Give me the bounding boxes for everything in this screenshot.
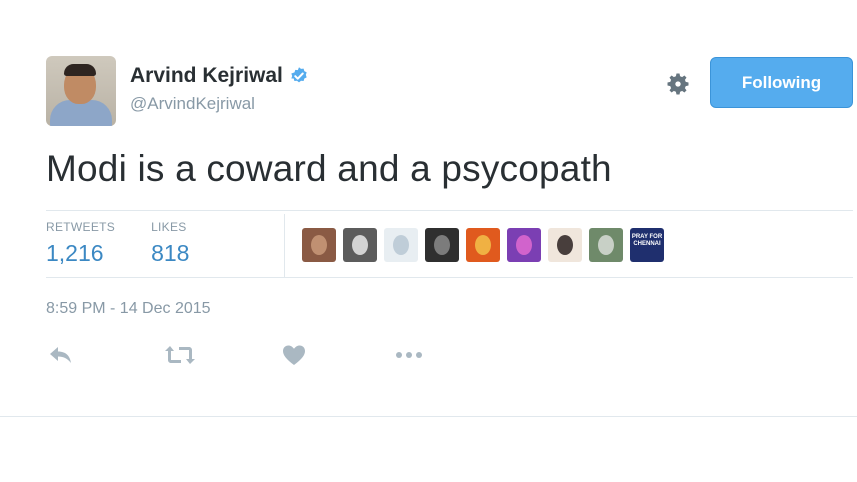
liker-avatar[interactable] xyxy=(343,228,377,262)
liker-avatar[interactable]: PRAY FOR CHENNAI xyxy=(630,228,664,262)
retweets-label: RETWEETS xyxy=(46,220,116,234)
tweet-text: Modi is a coward and a psycopath xyxy=(46,148,612,189)
liker-avatar-figure xyxy=(352,235,368,255)
liker-avatar[interactable] xyxy=(302,228,336,262)
liker-avatar-figure xyxy=(393,235,409,255)
user-name[interactable]: Arvind Kejriwal xyxy=(130,64,283,88)
liker-avatar-figure xyxy=(475,235,491,255)
tweet-timestamp[interactable]: 8:59 PM - 14 Dec 2015 xyxy=(46,300,211,318)
verified-badge-icon xyxy=(291,67,307,83)
avatar[interactable] xyxy=(46,56,116,126)
likes-count: 818 xyxy=(151,240,190,266)
user-handle[interactable]: @ArvindKejriwal xyxy=(130,94,309,114)
liker-avatar[interactable] xyxy=(507,228,541,262)
tweet-stats: RETWEETS 1,216 LIKES 818 xyxy=(46,214,225,278)
name-row: Arvind Kejriwal xyxy=(130,64,309,88)
avatar-hair xyxy=(64,64,96,76)
divider-bottom xyxy=(0,416,857,417)
liker-avatar-figure xyxy=(434,235,450,255)
liker-avatar-figure xyxy=(516,235,532,255)
liker-avatar[interactable] xyxy=(548,228,582,262)
divider-middle xyxy=(46,277,853,278)
liker-avatar-figure xyxy=(598,235,614,255)
liker-avatar-figure xyxy=(311,235,327,255)
liker-avatars: PRAY FOR CHENNAI xyxy=(302,228,671,262)
divider-top xyxy=(46,210,853,211)
liker-avatar-figure xyxy=(557,235,573,255)
stats-divider xyxy=(284,214,285,277)
liker-avatar[interactable] xyxy=(425,228,459,262)
liker-avatar[interactable] xyxy=(384,228,418,262)
retweet-icon[interactable] xyxy=(164,344,196,366)
reply-icon[interactable] xyxy=(48,344,74,366)
heart-icon[interactable] xyxy=(282,344,306,366)
user-info: Arvind Kejriwal @ArvindKejriwal xyxy=(130,64,309,114)
retweets-stat[interactable]: RETWEETS 1,216 xyxy=(46,214,115,278)
liker-avatar[interactable] xyxy=(589,228,623,262)
more-dots-icon[interactable] xyxy=(394,344,424,366)
following-button[interactable]: Following xyxy=(710,57,853,108)
likes-label: LIKES xyxy=(151,220,187,234)
likes-stat[interactable]: LIKES 818 xyxy=(151,214,189,278)
liker-avatar[interactable] xyxy=(466,228,500,262)
retweets-count: 1,216 xyxy=(46,240,104,266)
tweet-card: Arvind Kejriwal @ArvindKejriwal Followin… xyxy=(0,0,857,482)
gear-icon[interactable] xyxy=(664,70,692,98)
liker-avatar-text: PRAY FOR CHENNAI xyxy=(631,234,663,247)
